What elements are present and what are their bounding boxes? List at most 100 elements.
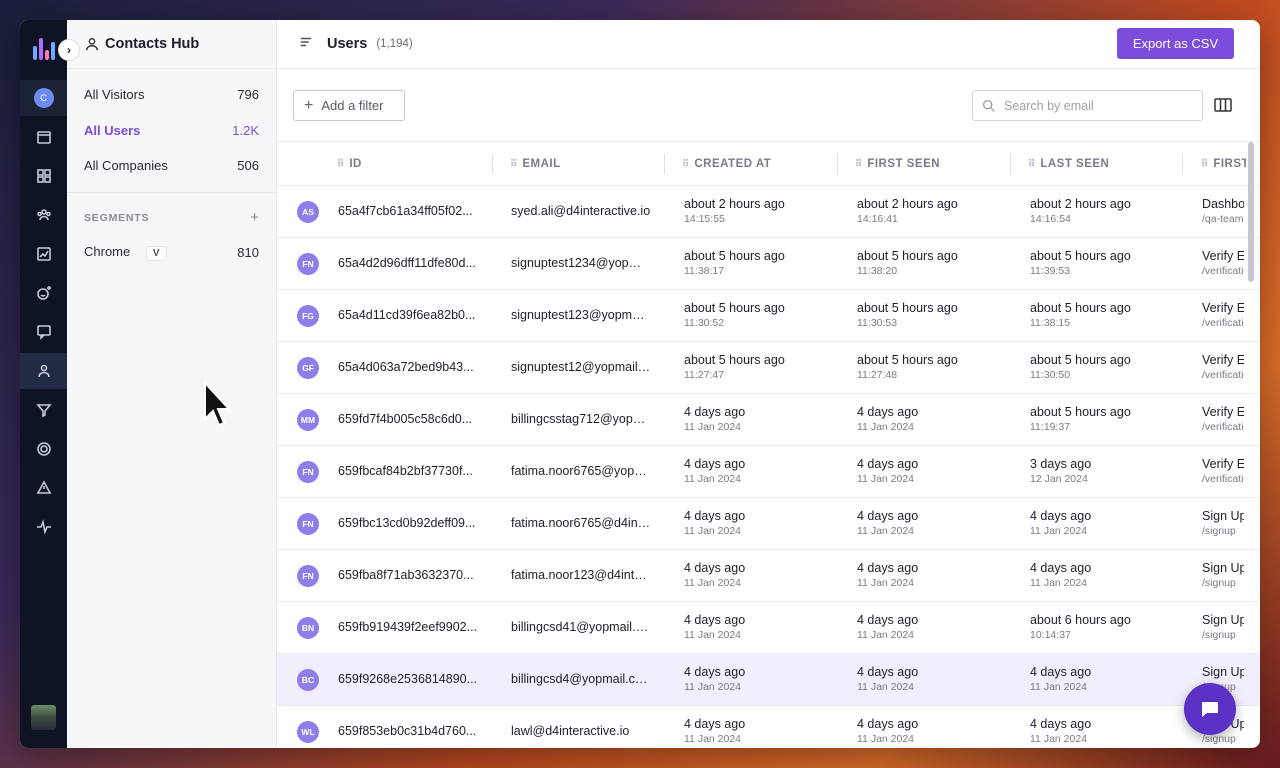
user-id: 659fbc13cd0b92deff09... bbox=[338, 516, 476, 530]
first-page-cell: Sign Up/signup bbox=[1202, 509, 1244, 537]
user-id: 65a4f7cb61a34ff05f02... bbox=[338, 204, 473, 218]
first-seen-cell: 4 days ago 11 Jan 2024 bbox=[857, 665, 919, 693]
user-avatar-badge: GF bbox=[297, 357, 319, 379]
user-email: billingcsd41@yopmail.com bbox=[511, 620, 651, 634]
user-id: 659f9268e2536814890... bbox=[338, 672, 478, 686]
export-csv-button[interactable]: Export as CSV bbox=[1117, 28, 1234, 59]
user-id: 65a4d063a72bed9b43... bbox=[338, 360, 474, 374]
drag-handle-icon[interactable]: ⠿ bbox=[337, 159, 344, 170]
smiley-plus-icon bbox=[36, 286, 51, 300]
page-count: (1,194) bbox=[376, 38, 413, 50]
last-seen-cell: 4 days ago 11 Jan 2024 bbox=[1030, 665, 1092, 693]
add-filter-button[interactable]: + Add a filter bbox=[293, 90, 405, 121]
drag-handle-icon[interactable]: ⠿ bbox=[855, 159, 862, 170]
rail-alerts[interactable] bbox=[20, 470, 67, 506]
drag-handle-icon[interactable]: ⠿ bbox=[510, 159, 517, 170]
table-row[interactable]: MM 659fd7f4b005c58c6d0... billingcsstag712… bbox=[277, 394, 1260, 446]
search-input[interactable]: Search by email bbox=[972, 90, 1203, 121]
main-panel: Users (1,194) Export as CSV + Add a filt… bbox=[277, 20, 1260, 748]
calendar-icon bbox=[36, 131, 51, 144]
workspace-switcher[interactable]: C bbox=[20, 80, 67, 116]
first-page-cell: Verify Email/verification bbox=[1202, 457, 1244, 485]
rail-activity[interactable] bbox=[20, 509, 67, 545]
pulse-icon bbox=[36, 519, 51, 535]
rail-groups[interactable] bbox=[20, 197, 67, 233]
table-row[interactable]: WL 659f853eb0c31b4d760... lawl@d4interacti… bbox=[277, 706, 1260, 748]
rail-goals[interactable] bbox=[20, 431, 67, 467]
column-header-id[interactable]: ⠿ ID bbox=[337, 142, 362, 186]
user-email: fatima.noor6765@d4interactive.io bbox=[511, 516, 651, 530]
column-divider[interactable] bbox=[837, 154, 838, 174]
rail-funnels[interactable] bbox=[20, 392, 67, 428]
table-row[interactable]: FN 659fbc13cd0b92deff09... fatima.noor6765… bbox=[277, 498, 1260, 550]
filter-bar: + Add a filter Search by email bbox=[277, 69, 1260, 142]
sidebar-item-label: All Companies bbox=[84, 158, 168, 174]
table-row[interactable]: FN 659fbcaf84b2bf37730f... fatima.noor6765… bbox=[277, 446, 1260, 498]
rail-analytics[interactable] bbox=[20, 236, 67, 272]
sidebar-divider bbox=[67, 191, 276, 193]
rail-calendar[interactable] bbox=[20, 119, 67, 155]
page-title: Users bbox=[327, 36, 368, 52]
columns-button[interactable] bbox=[1214, 98, 1232, 117]
drag-handle-icon[interactable]: ⠿ bbox=[682, 159, 689, 170]
chart-icon bbox=[36, 247, 51, 261]
created-at-cell: 4 days ago 11 Jan 2024 bbox=[684, 561, 746, 589]
first-page-cell: Verify Email/verification bbox=[1202, 353, 1244, 381]
table-row[interactable]: FN 659fba8f71ab3632370... fatima.noor123@d… bbox=[277, 550, 1260, 602]
user-id: 659fba8f71ab3632370... bbox=[338, 568, 474, 582]
column-header-email[interactable]: ⠿ EMAIL bbox=[510, 142, 561, 186]
user-avatar-badge: FG bbox=[297, 305, 319, 327]
first-seen-cell: 4 days ago 11 Jan 2024 bbox=[857, 509, 919, 537]
drag-handle-icon[interactable]: ⠿ bbox=[1028, 159, 1035, 170]
expand-sidebar-button[interactable]: › bbox=[58, 39, 80, 61]
rail-feedback[interactable] bbox=[20, 275, 67, 311]
last-seen-cell: about 2 hours ago 14:16:54 bbox=[1030, 197, 1131, 225]
rail-dashboard[interactable] bbox=[20, 158, 67, 194]
chat-launcher-button[interactable] bbox=[1184, 683, 1236, 735]
menu-toggle[interactable] bbox=[299, 35, 313, 54]
table-row[interactable]: FN 65a4d2d96dff11dfe80d... signuptest1234@… bbox=[277, 238, 1260, 290]
sidebar-nav: All Visitors 796 All Users 1.2K All Comp… bbox=[67, 69, 276, 184]
column-header-first-page[interactable]: ⠿ FIRST bbox=[1201, 142, 1246, 186]
table-body: AS 65a4f7cb61a34ff05f02... syed.ali@d4inte… bbox=[277, 186, 1260, 748]
first-seen-cell: about 5 hours ago 11:30:53 bbox=[857, 301, 958, 329]
user-avatar-badge: MM bbox=[297, 409, 319, 431]
user-email: fatima.noor123@d4interactive.io bbox=[511, 568, 651, 582]
table-row[interactable]: BC 659f9268e2536814890... billingcsd4@yopm… bbox=[277, 654, 1260, 706]
page-header: Users (1,194) Export as CSV bbox=[277, 20, 1260, 69]
table-row[interactable]: BN 659fb919439f2eef9902... billingcsd41@yo… bbox=[277, 602, 1260, 654]
user-icon bbox=[37, 364, 50, 378]
drag-handle-icon[interactable]: ⠿ bbox=[1201, 159, 1208, 170]
created-at-cell: about 5 hours ago 11:30:52 bbox=[684, 301, 785, 329]
user-avatar-badge: BC bbox=[297, 669, 319, 691]
last-seen-cell: about 5 hours ago 11:38:15 bbox=[1030, 301, 1131, 329]
column-divider[interactable] bbox=[492, 154, 493, 174]
mouse-cursor bbox=[203, 380, 232, 434]
sidebar-item-all-users[interactable]: All Users 1.2K bbox=[67, 113, 276, 149]
column-header-last-seen[interactable]: ⠿ LAST SEEN bbox=[1028, 142, 1109, 186]
column-divider[interactable] bbox=[664, 154, 665, 174]
segment-label: Chrome bbox=[84, 244, 131, 259]
rail-messages[interactable] bbox=[20, 314, 67, 350]
table-row[interactable]: GF 65a4d063a72bed9b43... signuptest12@yopm… bbox=[277, 342, 1260, 394]
user-avatar[interactable] bbox=[31, 705, 56, 730]
search-icon bbox=[982, 99, 995, 112]
app-logo-icon[interactable] bbox=[32, 36, 55, 60]
column-divider[interactable] bbox=[1182, 154, 1183, 174]
table-row[interactable]: FG 65a4d11cd39f6ea82b0... signuptest123@yo… bbox=[277, 290, 1260, 342]
segment-item-chrome[interactable]: Chrome V 810 bbox=[67, 238, 276, 268]
user-id: 65a4d2d96dff11dfe80d... bbox=[338, 256, 476, 270]
vertical-scrollbar[interactable] bbox=[1248, 142, 1254, 282]
chat-bubbles-icon bbox=[36, 325, 51, 340]
column-divider[interactable] bbox=[1010, 154, 1011, 174]
first-seen-cell: 4 days ago 11 Jan 2024 bbox=[857, 457, 919, 485]
rail-contacts[interactable] bbox=[20, 353, 67, 389]
last-seen-cell: about 5 hours ago 11:39:53 bbox=[1030, 249, 1131, 277]
table-row[interactable]: AS 65a4f7cb61a34ff05f02... syed.ali@d4inte… bbox=[277, 186, 1260, 238]
column-header-first-seen[interactable]: ⠿ FIRST SEEN bbox=[855, 142, 940, 186]
sidebar-item-all-visitors[interactable]: All Visitors 796 bbox=[67, 77, 276, 113]
add-segment-button[interactable]: + bbox=[250, 209, 259, 226]
column-header-created-at[interactable]: ⠿ CREATED AT bbox=[682, 142, 771, 186]
user-email: fatima.noor6765@yopmail.com bbox=[511, 464, 651, 478]
sidebar-item-all-companies[interactable]: All Companies 506 bbox=[67, 148, 276, 184]
